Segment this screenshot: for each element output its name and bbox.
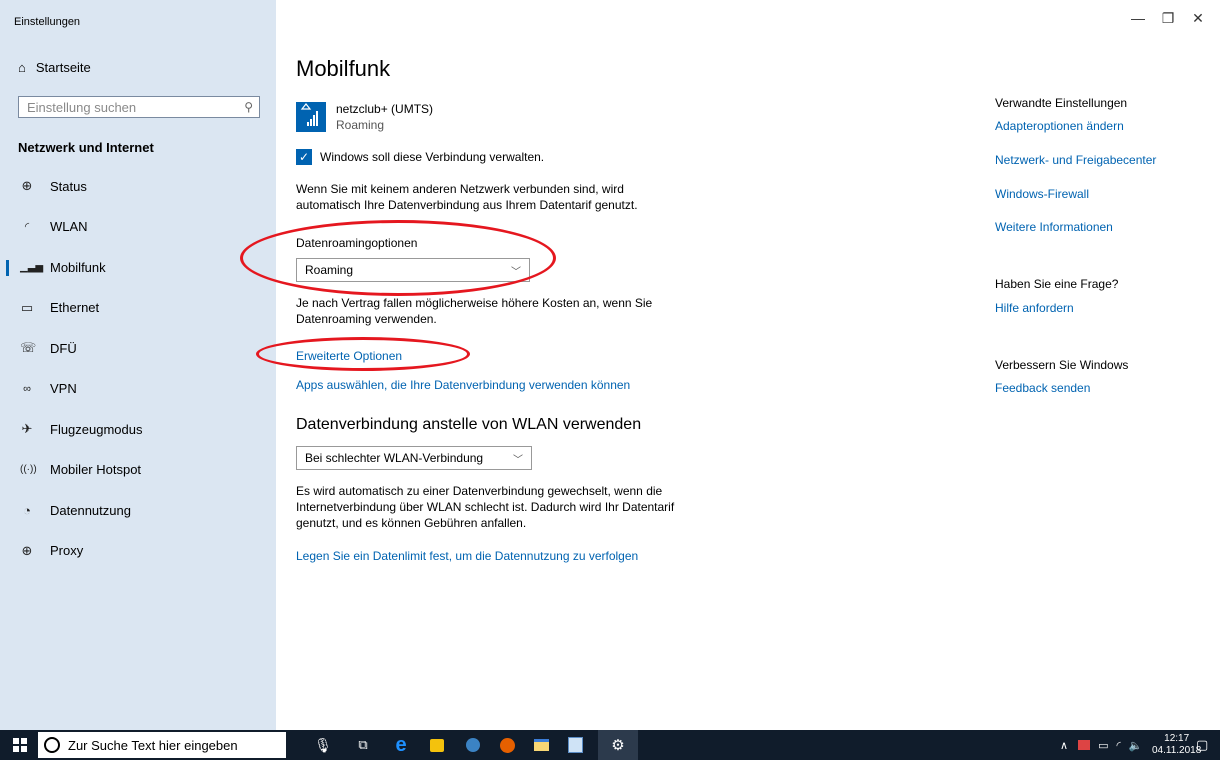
cellular-icon: ▁▃▅ [20,261,44,273]
manage-connection-checkbox[interactable]: ✓ [296,149,312,165]
sidebar-item-hotspot[interactable]: ((·)) Mobiler Hotspot [0,450,276,491]
question-heading: Haben Sie eine Frage? [995,277,1119,291]
sidebar-item-label: Mobiler Hotspot [50,462,142,478]
cellular-connection-icon [296,102,326,132]
page-title: Mobilfunk [296,56,391,81]
wifi-icon: ◜ [24,221,30,234]
wlan-fallback-dropdown[interactable]: Bei schlechter WLAN-Verbindung ﹀ [296,446,532,470]
sidebar-item-label: Datennutzung [50,502,131,518]
clock-time: 12:17 [1164,733,1190,744]
related-link-firewall[interactable]: Windows-Firewall [995,187,1089,201]
firefox-icon[interactable] [494,730,520,760]
taskbar-search-box[interactable]: Zur Suche Text hier eingeben [38,732,286,758]
vpn-icon: ∞ [23,382,31,395]
clock-date: 04.11.2018 [1152,745,1202,756]
section-title: Netzwerk und Internet [18,140,154,155]
network-app-icon[interactable] [460,730,486,760]
auto-connection-text: Wenn Sie mit keinem anderen Netzwerk ver… [296,182,638,212]
sidebar-item-wlan[interactable]: ◜ WLAN [0,207,276,248]
wifi-tray-icon[interactable]: ◜ [1116,739,1120,752]
related-settings-heading: Verwandte Einstellungen [995,96,1128,110]
connection-name: netzclub+ (UMTS) [336,102,434,116]
sidebar-item-label: Ethernet [50,300,100,316]
minimize-button[interactable]: — [1128,10,1148,26]
sidebar-item-mobilfunk[interactable]: ▁▃▅ Mobilfunk [0,247,276,288]
network-tray-icon[interactable]: ▭ [1098,739,1108,752]
sidebar: Einstellungen ⌂ Startseite ⚲ Netzwerk un… [0,0,276,730]
settings-search-input[interactable] [25,98,229,116]
sidebar-item-datennutzung[interactable]: ◔ Datennutzung [0,490,276,531]
store-icon[interactable] [424,730,450,760]
volume-icon[interactable]: 🔈 [1129,739,1143,752]
home-link[interactable]: ⌂ Startseite [18,60,91,75]
sidebar-item-label: Proxy [50,543,84,559]
get-help-link[interactable]: Hilfe anfordern [995,301,1074,315]
chevron-down-icon: ﹀ [513,454,523,466]
security-tray-icon[interactable] [1078,740,1091,750]
data-limit-link[interactable]: Legen Sie ein Datenlimit fest, um die Da… [296,549,638,563]
wlan-fallback-note: Es wird automatisch zu einer Datenverbin… [296,484,675,530]
related-link-adapter[interactable]: Adapteroptionen ändern [995,119,1124,133]
home-label: Startseite [35,60,91,75]
sidebar-item-status[interactable]: ⊕ Status [0,166,276,207]
ethernet-icon: ▭ [20,299,34,315]
manage-connection-row[interactable]: ✓ Windows soll diese Verbindung verwalte… [296,149,544,165]
sidebar-item-label: DFÜ [50,340,77,356]
action-center-icon[interactable]: ▢ [1196,730,1208,760]
taskbar: Zur Suche Text hier eingeben 🎙 ⧉ e ⚙ ∧ ▭… [0,730,1220,760]
edge-browser-icon[interactable]: e [388,730,414,760]
sidebar-item-flugzeugmodus[interactable]: ✈ Flugzeugmodus [0,409,276,450]
choose-apps-link[interactable]: Apps auswählen, die Ihre Datenverbindung… [296,378,630,392]
system-tray: ∧ ▭ ◜ 🔈 [1060,730,1150,760]
close-button[interactable]: ✕ [1188,10,1208,27]
improve-heading: Verbessern Sie Windows [995,358,1129,372]
sidebar-item-label: Flugzeugmodus [50,421,143,437]
sidebar-item-label: Status [50,178,87,194]
home-icon: ⌂ [18,60,26,75]
cortana-icon [44,737,60,753]
sidebar-item-proxy[interactable]: ⊕ Proxy [0,531,276,572]
notepad-app-icon[interactable] [562,730,588,760]
connection-card[interactable]: netzclub+ (UMTS) Roaming [296,102,433,132]
sidebar-item-vpn[interactable]: ∞ VPN [0,369,276,410]
globe-icon: ⊕ [21,178,33,194]
globe-icon: ⊕ [21,542,33,558]
dialup-icon: ☏ [20,340,37,356]
task-view-icon[interactable]: ⧉ [352,730,374,760]
airplane-icon: ✈ [21,421,33,437]
chevron-up-icon[interactable]: ∧ [1060,739,1068,752]
settings-search-box[interactable]: ⚲ [18,96,260,118]
microphone-icon[interactable]: 🎙 [312,730,334,760]
file-explorer-icon[interactable] [528,730,554,760]
connection-status: Roaming [336,118,385,132]
feedback-link[interactable]: Feedback senden [995,381,1090,395]
wlan-section-heading: Datenverbindung anstelle von WLAN verwen… [296,416,642,433]
sidebar-item-label: Mobilfunk [50,259,106,275]
sidebar-item-ethernet[interactable]: ▭ Ethernet [0,288,276,329]
sidebar-item-label: VPN [50,381,77,397]
red-highlight-ellipse-roaming [240,220,556,296]
sidebar-item-dfu[interactable]: ☏ DFÜ [0,328,276,369]
taskbar-search-placeholder: Zur Suche Text hier eingeben [68,737,238,753]
start-button[interactable] [8,730,32,760]
roaming-cost-note: Je nach Vertrag fallen möglicherweise hö… [296,296,653,326]
window-title: Einstellungen [14,16,81,28]
clock[interactable]: 12:17 04.11.2018 [1152,730,1201,760]
sidebar-item-label: WLAN [50,219,88,235]
hotspot-icon: ((·)) [20,464,37,476]
data-usage-icon: ◔ [23,502,31,518]
search-icon[interactable]: ⚲ [244,100,253,114]
windows-logo-icon [13,738,27,752]
manage-connection-label: Windows soll diese Verbindung verwalten. [320,150,545,164]
wlan-fallback-selected-value: Bei schlechter WLAN-Verbindung [305,451,484,465]
settings-gear-icon[interactable]: ⚙ [598,730,638,760]
red-highlight-ellipse-advanced [256,337,470,371]
maximize-button[interactable]: ❐ [1158,10,1178,27]
related-link-network-center[interactable]: Netzwerk- und Freigabecenter [995,153,1156,167]
related-link-more-info[interactable]: Weitere Informationen [995,220,1113,234]
sidebar-nav: ⊕ Status ◜ WLAN ▁▃▅ Mobilfunk ▭ Ethernet… [0,166,276,571]
